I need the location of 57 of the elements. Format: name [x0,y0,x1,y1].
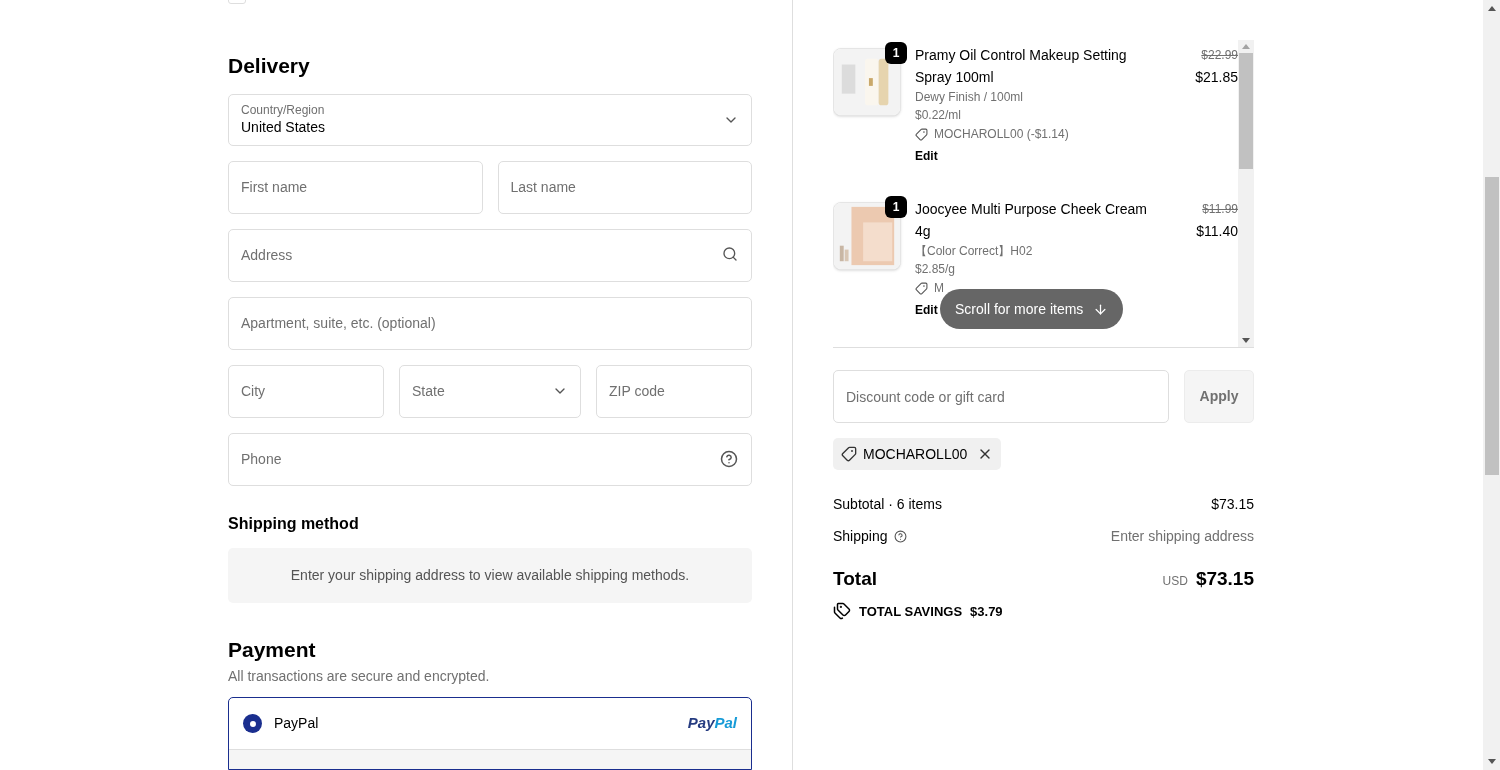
total-value: $73.15 [1195,567,1254,591]
subtotal-value: $73.15 [1211,495,1254,514]
savings-value: $3.79 [970,602,1003,621]
country-select[interactable]: Country/Region United States [228,93,752,146]
unit-price: $0.22/ml [915,107,963,124]
discount-field[interactable]: Discount code or gift card [833,370,1169,423]
original-price: $11.99 [1202,201,1238,218]
tag-icon [915,281,928,295]
quantity-badge: 1 [885,196,907,218]
apply-button[interactable]: Apply [1184,370,1254,423]
page-scrollbar[interactable] [1483,0,1500,770]
section-title: Payment [228,637,317,663]
help-icon [893,530,907,543]
product-variant: 【Color Correct】H02 [915,243,1034,260]
section-title: Delivery [228,52,311,79]
search-icon [722,245,738,262]
product-name: Pramy Oil Control Makeup Setting Spray 100ml [915,46,1128,87]
tag-icon [915,127,928,141]
discount-chip: MOCHAROLL00 [833,438,1002,470]
scrollbar[interactable] [1238,40,1254,347]
subtotal-label: Subtotal · 6 items [833,495,942,514]
paypal-logo: PayPal [687,713,737,734]
address-field[interactable]: Address [228,228,752,282]
shipping-label: Shipping [833,527,888,546]
price: $21.85 [1195,68,1238,87]
apartment-field[interactable]: Apartment, suite, etc. (optional) [228,296,752,350]
total-label: Total [833,567,877,591]
unit-price: $2.85/g [915,261,957,278]
currency: USD [1162,573,1188,590]
discount-label: MOCHAROLL00 (-$1.14) [934,126,1069,143]
original-price: $22.99 [1201,47,1238,64]
shipping-notice: Enter your shipping address to view available shipping methods. [228,547,752,603]
scroll-hint-button[interactable]: Scroll for more items [940,289,1124,329]
product-variant: Dewy Finish / 100ml [915,89,1025,106]
payment-subtitle: All transactions are secure and encrypted. [228,667,491,686]
scroll-down-icon[interactable] [1487,759,1496,764]
scroll-up-icon[interactable] [1487,6,1496,11]
quantity-badge: 1 [885,42,907,64]
edit-link[interactable]: Edit [915,301,938,319]
tag-icon [841,446,857,462]
product-name: Joocyee Multi Purpose Cheek Cream 4g [915,200,1148,241]
savings-label: TOTAL SAVINGS [859,602,963,621]
price: $11.40 [1196,222,1238,241]
section-title: Shipping method [228,513,360,534]
zip-field[interactable]: ZIP code [596,364,752,418]
edit-link[interactable]: Edit [915,147,938,165]
scroll-down-icon[interactable] [1242,338,1250,343]
help-icon [720,449,738,468]
city-field[interactable]: City [228,364,384,418]
tags-icon [833,602,851,621]
shipping-value: Enter shipping address [1110,527,1254,546]
name-field[interactable]: Last name [497,160,752,214]
arrow-down-icon [1093,301,1109,317]
radio-button[interactable] [243,714,262,733]
phone-field[interactable]: Phone [228,432,752,486]
name-field[interactable]: First name [228,160,483,214]
state-select[interactable]: State [399,364,581,418]
